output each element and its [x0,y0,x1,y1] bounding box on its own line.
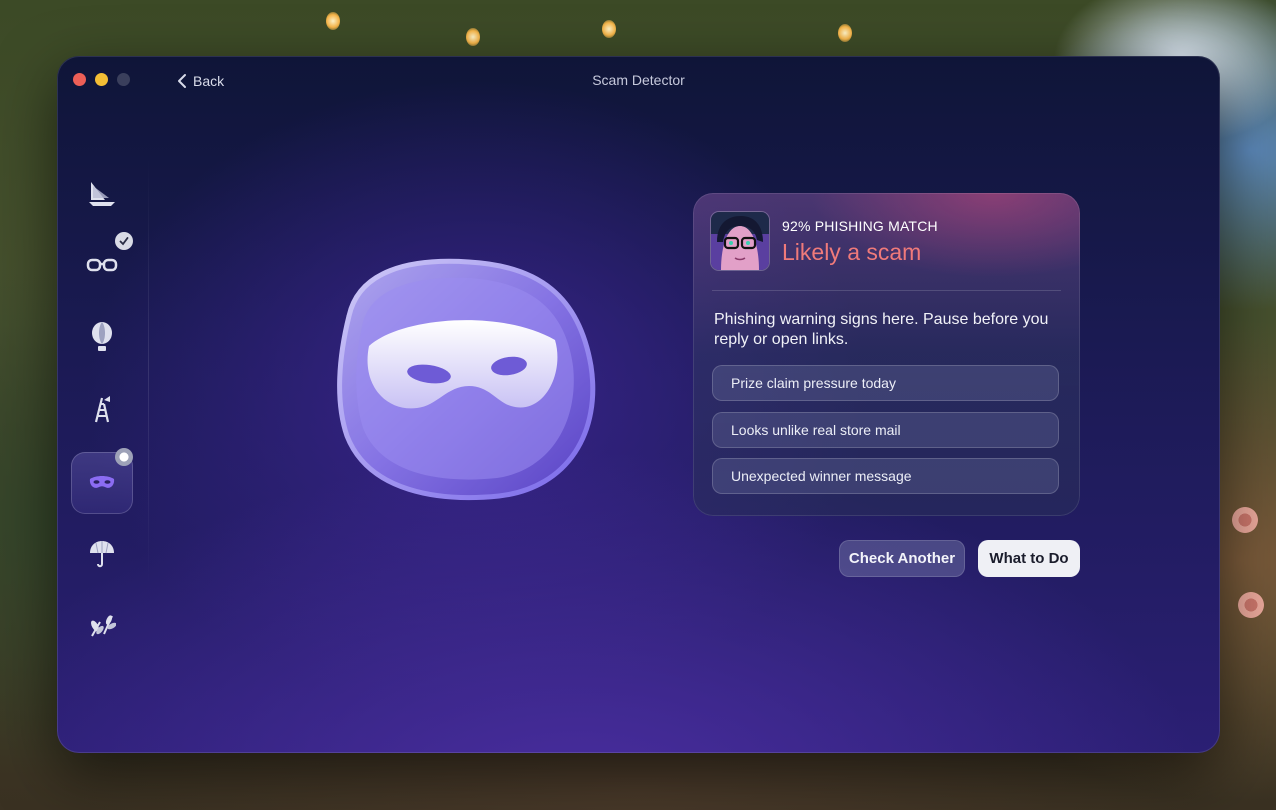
sidebar-item-mask[interactable] [71,448,133,514]
sidebar-item-sailboat[interactable] [71,163,133,225]
verdict-description: Phishing warning signs here. Pause befor… [714,311,1049,348]
leaves-icon [91,615,116,637]
avatar-portrait [711,212,769,270]
sailboat-icon [89,182,115,206]
avatar [711,212,769,270]
scam-result-card: 92% PHISHING MATCH Likely a scam Phishin… [693,193,1080,516]
current-indicator [115,448,133,466]
card-divider [712,290,1061,291]
warning-sign-item[interactable]: Unexpected winner message [712,458,1059,494]
checkmark-icon [119,237,129,246]
app-window: Back Scam Detector 92% PHISHING MATCH Li… [57,56,1220,753]
sidebar-item-umbrella[interactable] [71,523,133,585]
sidebar-item-glasses[interactable] [71,232,133,296]
balloon-icon [92,322,112,351]
warning-sign-item[interactable]: Looks unlike real store mail [712,412,1059,448]
sidebar-item-ladder[interactable] [71,378,133,440]
sidebar-item-leaves[interactable] [71,594,133,656]
background-flower [1236,590,1266,620]
mask-icon [89,476,115,488]
background-flower [1230,505,1260,535]
window-title: Scam Detector [592,72,685,88]
glasses-icon [86,258,118,272]
sidebar-divider [148,156,149,586]
check-another-button[interactable]: Check Another [839,540,965,577]
scam-mask-illustration [337,258,596,501]
sidebar-item-balloon[interactable] [71,306,133,368]
string-light-bulb [326,12,340,30]
string-light-bulb [466,28,480,46]
what-to-do-button[interactable]: What to Do [978,540,1080,577]
string-light-bulb [602,20,616,38]
warning-sign-item[interactable]: Prize claim pressure today [712,365,1059,401]
string-light-bulb [838,24,852,42]
completed-badge [115,232,133,250]
ladder-icon [94,396,110,423]
phishing-match-label: 92% PHISHING MATCH [782,218,938,234]
verdict-title: Likely a scam [782,239,922,265]
umbrella-icon [90,541,114,568]
